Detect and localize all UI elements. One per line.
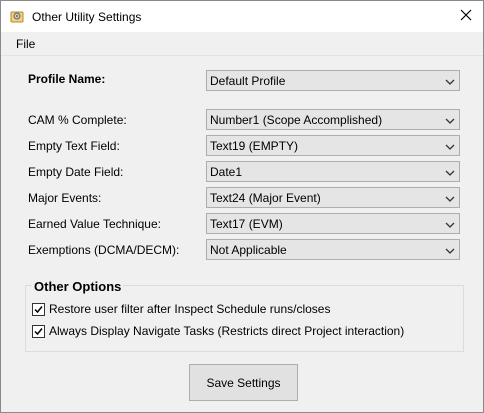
major-events-dropdown[interactable]: Text24 (Major Event): [206, 187, 460, 208]
restore-filter-option[interactable]: Restore user filter after Inspect Schedu…: [32, 302, 330, 316]
settings-form: Profile Name: Default Profile CAM % Comp…: [1, 56, 483, 412]
profile-name-label: Profile Name:: [28, 72, 106, 86]
chevron-down-icon: [445, 245, 455, 255]
chevron-down-icon: [445, 193, 455, 203]
exemptions-dropdown[interactable]: Not Applicable: [206, 239, 460, 260]
restore-filter-checkbox[interactable]: [32, 302, 45, 316]
empty-date-field-dropdown[interactable]: Date1: [206, 161, 460, 182]
cam-complete-value: Number1 (Scope Accomplished): [210, 113, 383, 127]
chevron-down-icon: [445, 115, 455, 125]
empty-text-field-dropdown[interactable]: Text19 (EMPTY): [206, 135, 460, 156]
menu-file[interactable]: File: [16, 37, 35, 51]
navigate-tasks-checkbox[interactable]: [32, 324, 45, 338]
settings-window: Other Utility Settings File Profile Name…: [0, 0, 484, 413]
chevron-down-icon: [445, 219, 455, 229]
empty-text-field-value: Text19 (EMPTY): [210, 139, 299, 153]
earned-value-technique-value: Text17 (EVM): [210, 217, 283, 231]
exemptions-label: Exemptions (DCMA/DECM):: [28, 243, 180, 257]
profile-name-value: Default Profile: [210, 74, 286, 88]
empty-text-field-label: Empty Text Field:: [28, 139, 120, 153]
profile-name-dropdown[interactable]: Default Profile: [206, 70, 460, 91]
chevron-down-icon: [445, 167, 455, 177]
other-options-title: Other Options: [32, 279, 124, 294]
close-icon: [460, 9, 472, 24]
earned-value-technique-dropdown[interactable]: Text17 (EVM): [206, 213, 460, 234]
window-title: Other Utility Settings: [32, 10, 142, 24]
major-events-value: Text24 (Major Event): [210, 191, 321, 205]
other-options-group: [25, 285, 464, 352]
cam-complete-dropdown[interactable]: Number1 (Scope Accomplished): [206, 109, 460, 130]
title-bar: Other Utility Settings: [1, 1, 483, 32]
chevron-down-icon: [445, 76, 455, 86]
empty-date-field-label: Empty Date Field:: [28, 165, 124, 179]
navigate-tasks-label: Always Display Navigate Tasks (Restricts…: [49, 324, 405, 338]
menu-bar: File: [1, 32, 483, 56]
restore-filter-label: Restore user filter after Inspect Schedu…: [49, 302, 331, 316]
navigate-tasks-option[interactable]: Always Display Navigate Tasks (Restricts…: [32, 324, 404, 338]
cam-complete-label: CAM % Complete:: [28, 113, 127, 127]
empty-date-field-value: Date1: [210, 165, 243, 179]
save-settings-button[interactable]: Save Settings: [189, 364, 298, 401]
exemptions-value: Not Applicable: [210, 243, 287, 257]
close-button[interactable]: [449, 1, 483, 32]
chevron-down-icon: [445, 141, 455, 151]
settings-app-icon: [10, 9, 24, 23]
major-events-label: Major Events:: [28, 191, 102, 205]
earned-value-technique-label: Earned Value Technique:: [28, 217, 161, 231]
